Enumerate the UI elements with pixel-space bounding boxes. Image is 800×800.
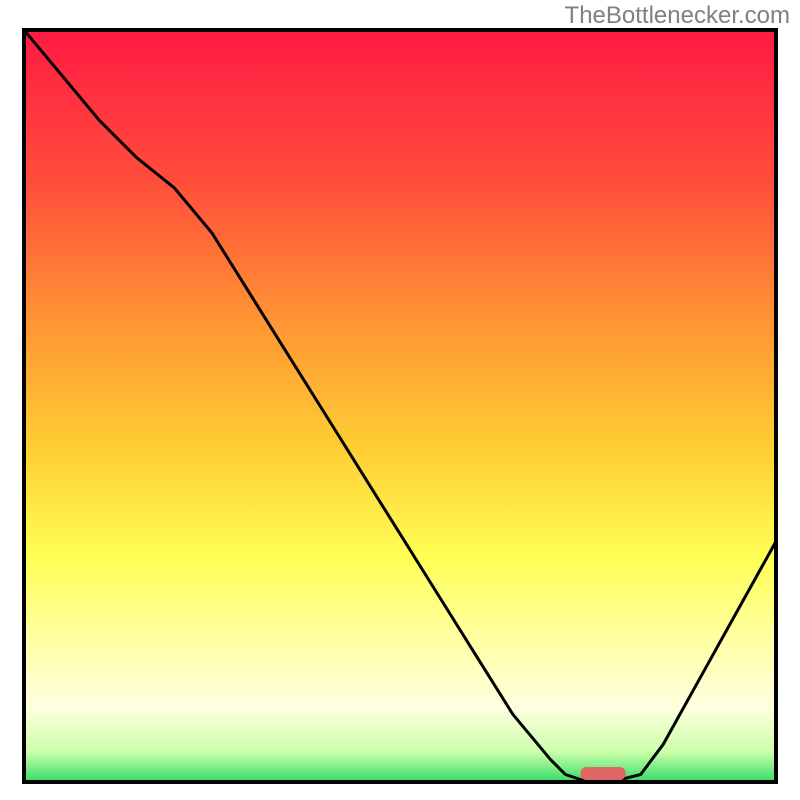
chart-svg: [0, 0, 800, 800]
plot-area: [24, 30, 776, 782]
gradient-background: [24, 30, 776, 782]
optimal-marker: [580, 767, 625, 780]
bottleneck-chart: TheBottlenecker.com: [0, 0, 800, 800]
